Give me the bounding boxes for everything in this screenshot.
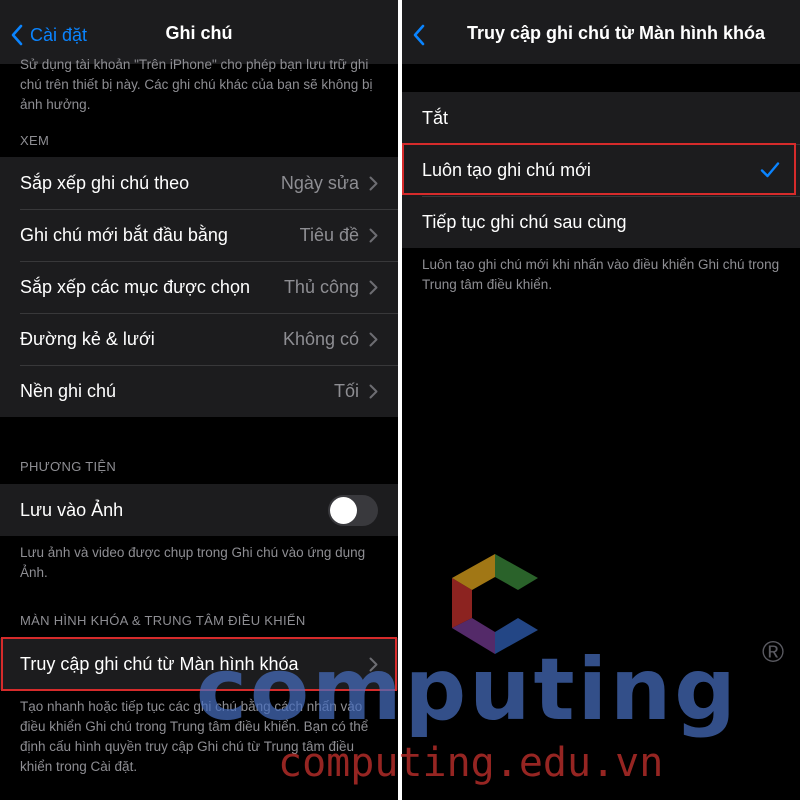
new-note-start-row[interactable]: Ghi chú mới bắt đầu bằng Tiêu đề <box>0 209 398 261</box>
notes-settings-screen: Cài đặt Ghi chú Sử dụng tài khoản "Trên … <box>0 0 398 800</box>
section-header-lock-screen: MÀN HÌNH KHÓA & TRUNG TÂM ĐIỀU KHIỂN <box>20 613 306 628</box>
note-background-row[interactable]: Nền ghi chú Tối <box>0 365 398 417</box>
page-title: Truy cập ghi chú từ Màn hình khóa <box>466 23 766 43</box>
option-caption: Luôn tạo ghi chú mới khi nhấn vào điều k… <box>422 257 780 292</box>
option-resume-last[interactable]: Tiếp tục ghi chú sau cùng <box>402 196 800 248</box>
lock-screen-access-screen: Truy cập ghi chú từ Màn hình khóa Tắt Lu… <box>402 0 800 800</box>
lock-screen-group: Truy cập ghi chú từ Màn hình khóa <box>0 638 398 690</box>
back-button[interactable] <box>412 20 426 50</box>
media-settings-group: Lưu vào Ảnh <box>0 484 398 536</box>
option-always-create-new[interactable]: Luôn tạo ghi chú mới <box>402 144 800 196</box>
row-value: Tiêu đề <box>299 224 359 245</box>
row-label: Sắp xếp các mục được chọn <box>20 276 250 297</box>
row-label: Lưu vào Ảnh <box>20 499 124 520</box>
account-caption: Sử dụng tài khoản "Trên iPhone" cho phép… <box>20 57 373 112</box>
sort-notes-row[interactable]: Sắp xếp ghi chú theo Ngày sửa <box>0 157 398 209</box>
save-to-photos-toggle[interactable] <box>328 494 378 526</box>
row-label: Đường kẻ & lưới <box>20 328 155 349</box>
view-settings-group: Sắp xếp ghi chú theo Ngày sửa Ghi chú mớ… <box>0 157 398 417</box>
chevron-right-icon <box>369 384 378 398</box>
save-to-photos-row: Lưu vào Ảnh <box>0 484 398 536</box>
chevron-left-icon <box>413 24 425 46</box>
row-label: Ghi chú mới bắt đầu bằng <box>20 224 228 245</box>
row-label: Sắp xếp ghi chú theo <box>20 172 190 193</box>
chevron-right-icon <box>369 332 378 346</box>
navigation-bar: Truy cập ghi chú từ Màn hình khóa <box>402 0 800 64</box>
row-label: Nền ghi chú <box>20 380 117 401</box>
lock-screen-access-row[interactable]: Truy cập ghi chú từ Màn hình khóa <box>0 638 398 690</box>
chevron-right-icon <box>369 176 378 190</box>
row-label: Truy cập ghi chú từ Màn hình khóa <box>20 653 299 674</box>
lock-screen-caption: Tạo nhanh hoặc tiếp tục các ghi chú bằng… <box>20 699 369 774</box>
page-title: Ghi chú <box>165 23 233 43</box>
checkmark-icon <box>760 162 780 178</box>
option-label: Tắt <box>422 107 449 128</box>
media-caption: Lưu ảnh và video được chụp trong Ghi chú… <box>20 545 366 580</box>
options-group: Tắt Luôn tạo ghi chú mới Tiếp tục ghi ch… <box>402 92 800 248</box>
section-header-view: XEM <box>20 133 50 148</box>
row-value: Ngày sửa <box>280 172 359 193</box>
toggle-knob <box>330 496 357 524</box>
sort-checked-items-row[interactable]: Sắp xếp các mục được chọn Thủ công <box>0 261 398 313</box>
section-header-media: PHƯƠNG TIỆN <box>20 459 117 474</box>
chevron-right-icon <box>369 280 378 294</box>
option-label: Tiếp tục ghi chú sau cùng <box>422 211 627 232</box>
row-value: Thủ công <box>283 276 359 297</box>
option-label: Luôn tạo ghi chú mới <box>422 159 591 180</box>
row-value: Không có <box>282 328 359 349</box>
row-value: Tối <box>333 380 359 401</box>
option-off[interactable]: Tắt <box>402 92 800 144</box>
lines-grids-row[interactable]: Đường kẻ & lưới Không có <box>0 313 398 365</box>
chevron-right-icon <box>369 228 378 242</box>
chevron-right-icon <box>369 657 378 671</box>
